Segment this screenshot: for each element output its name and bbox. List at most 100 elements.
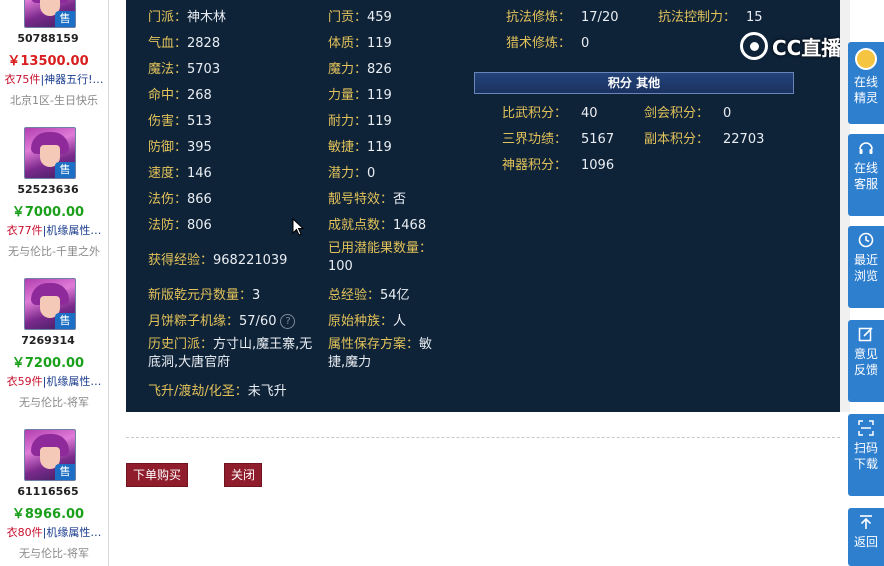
headset-icon [859,142,873,154]
stat-label: 属性保存方案： [328,337,420,352]
listing-desc: 衣80件|机缘属性… [0,524,108,540]
stat-label: 耐力： [328,114,368,129]
stat-agility: 敏捷：119 [328,136,392,155]
stat-label: 剑会积分： [644,106,710,121]
stat-label: 魔力： [328,62,368,77]
stat-value: 2828 [187,36,221,51]
stat-label: 伤害： [148,114,188,129]
stat-value: 119 [367,36,392,51]
listing-card[interactable]: 售 7269314 ￥7200.00 衣59件|机缘属性… 无与伦比-将军 [0,278,108,418]
sidebar-recent-browse[interactable]: 最近浏览 [848,226,884,308]
stat-value: 否 [393,192,407,207]
character-avatar[interactable]: 售 [24,127,76,179]
listing-desc-count: 衣80件 [6,526,43,539]
character-avatar[interactable]: 售 [24,0,76,28]
listing-server: 无与伦比-将军 [19,396,89,409]
listing-id: 7269314 [21,334,75,347]
points-jianhui: 剑会积分： 0 [644,102,731,121]
stat-label: 速度： [148,166,188,181]
stat-hit: 命中：268 [148,84,212,103]
stat-label: 总经验： [328,288,381,303]
buy-button[interactable]: 下单购买 [126,463,188,487]
sidebar-item-label: 返回 [853,535,878,549]
close-button[interactable]: 关闭 [224,463,262,487]
listing-desc-count: 衣77件 [6,224,43,237]
stat-achievement: 成就点数：1468 [328,214,426,233]
sale-badge: 售 [55,313,75,329]
stat-label: 敏捷： [328,140,368,155]
stat-value: 513 [187,114,212,129]
listing-price: ￥8966.00 [11,507,85,522]
stat-constitution: 体质：119 [328,32,392,51]
cc-logo-icon [740,32,768,60]
stat-strength: 力量：119 [328,84,392,103]
sidebar-item-label: 扫码下载 [853,441,878,471]
stat-mooncake: 月饼粽子机缘：57/60? [148,310,296,329]
stat-value: 22703 [723,132,765,147]
stat-ascension: 飞升/渡劫/化圣：未飞升 [148,380,287,399]
stat-value: 5703 [187,62,221,77]
stat-label: 抗法修炼： [506,10,572,25]
character-avatar[interactable]: 售 [24,278,76,330]
stat-value: 119 [367,114,392,129]
listing-card[interactable]: 售 52523636 ￥7000.00 衣77件|机缘属性… 无与伦比-千里之外 [0,127,108,267]
stat-value: 119 [367,88,392,103]
points-shenqi: 神器积分： 1096 [502,154,614,173]
listing-card[interactable]: 售 61116565 ￥8966.00 衣80件|机缘属性… 无与伦比-将军 [0,429,108,566]
clock-icon [858,232,874,248]
listing-id: 61116565 [17,485,79,498]
sale-badge: 售 [55,464,75,480]
stat-total-exp: 总经验：54亿 [328,284,410,303]
sidebar-back-to-top[interactable]: 返回 [848,508,884,566]
floating-sidebar: 在线精灵 在线客服 最近浏览 意见反馈 扫码下载 返回 [848,30,884,566]
sidebar-online-service[interactable]: 在线客服 [848,134,884,216]
stat-exp: 获得经验：968221039 [148,249,287,268]
listing-price: ￥7000.00 [11,205,85,220]
listing-desc-count: 衣75件 [4,73,41,86]
stat-mp: 魔法：5703 [148,58,220,77]
stat-value: 826 [367,62,392,77]
sidebar-online-assistant[interactable]: 在线精灵 [848,42,884,124]
stat-value: 未飞升 [247,384,287,399]
stat-label: 比武积分： [502,106,568,121]
listing-price: ￥13500.00 [7,54,89,69]
listing-desc-tags: |机缘属性… [42,526,102,539]
stat-attr-scheme: 属性保存方案：敏捷,魔力 [328,336,448,372]
stat-magic-power: 魔力：826 [328,58,392,77]
stat-value: 17/20 [581,10,619,25]
section-divider [126,437,840,438]
listing-desc: 衣59件|机缘属性… [0,373,108,389]
character-avatar[interactable]: 售 [24,429,76,481]
stat-resist-cultivation: 抗法修炼： 17/20 [506,6,618,25]
stat-value: 100 [328,259,353,274]
stat-label: 靓号特效： [328,192,394,207]
stat-potential-fruit: 已用潜能果数量： 100 [328,240,448,276]
points-sanjie: 三界功绩： 5167 [502,128,614,147]
stat-label: 潜力： [328,166,368,181]
stat-label: 月饼粽子机缘： [148,314,240,329]
sidebar-scan-download[interactable]: 扫码下载 [848,414,884,496]
stat-defense: 防御：395 [148,136,212,155]
stat-value: 0 [581,36,590,51]
stat-label: 门贡： [328,10,368,25]
stat-value: 15 [746,10,763,25]
stat-value: 1096 [581,158,615,173]
stat-label: 力量： [328,88,368,103]
stat-value: 57/60 [239,314,277,329]
listing-server: 无与伦比-千里之外 [8,245,100,258]
stat-value: 866 [187,192,212,207]
stat-label: 法伤： [148,192,188,207]
help-icon[interactable]: ? [280,314,296,329]
listing-card[interactable]: 售 50788159 ￥13500.00 衣75件|神器五行!… 北京1区-生日… [0,0,108,107]
stat-resist-control: 抗法控制力： 15 [658,6,763,25]
stat-label: 新版乾元丹数量： [148,288,253,303]
stat-value: 1468 [393,218,427,233]
character-stats-panel: 门派：神木林 气血：2828 魔法：5703 命中：268 伤害：513 防御：… [126,0,840,412]
sidebar-feedback[interactable]: 意见反馈 [848,320,884,402]
listing-server: 北京1区-生日快乐 [10,94,98,107]
edit-icon [858,327,873,342]
stat-label: 法防： [148,218,188,233]
listing-desc-count: 衣59件 [6,375,43,388]
stat-sect: 门派：神木林 [148,6,226,25]
stat-label: 成就点数： [328,218,394,233]
